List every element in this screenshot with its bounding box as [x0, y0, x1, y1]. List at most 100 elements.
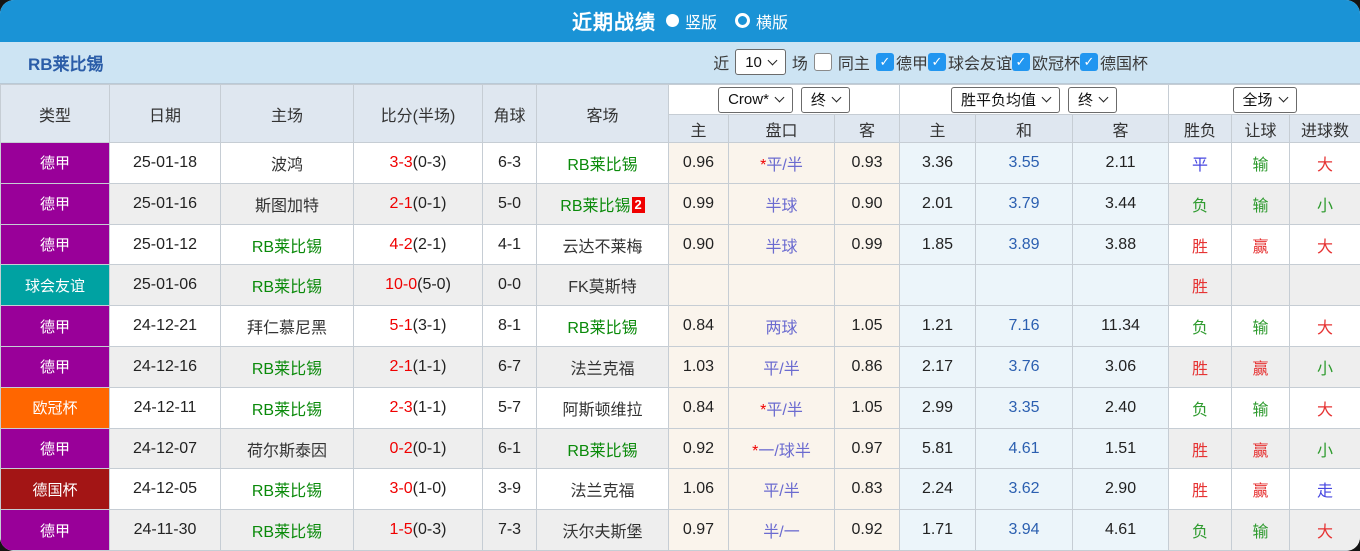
odds-draw: 3.94	[975, 509, 1074, 551]
handicap-line: 半/一	[728, 509, 835, 551]
result-goals	[1289, 264, 1360, 307]
match-count-select[interactable]: 10	[735, 49, 786, 76]
handicap-odds-away: 0.97	[833, 427, 901, 470]
league-checkbox[interactable]: ✓	[1079, 53, 1098, 72]
full-time-score: 10-0	[385, 276, 418, 294]
ah-away-value: 0.90	[851, 194, 883, 212]
result-handicap: 输	[1231, 386, 1291, 429]
handicap-odds-away: 0.93	[833, 142, 901, 184]
result-outcome: 平	[1168, 142, 1233, 184]
radio-unselected-icon[interactable]	[735, 13, 750, 29]
competition-label: 德甲	[39, 441, 70, 458]
handicap-result-text: 输	[1252, 197, 1269, 215]
result-goals: 大	[1289, 142, 1360, 184]
corner-score: 4-1	[482, 223, 537, 266]
odds-time-select[interactable]: 终	[1068, 86, 1118, 113]
match-date: 24-12-11	[109, 386, 221, 429]
outcome-text: 平	[1192, 156, 1209, 174]
half-time-score: (1-0)	[412, 480, 447, 498]
result-goals: 小	[1289, 427, 1360, 470]
odds-draw-value: 3.76	[1008, 357, 1040, 375]
full-match-select[interactable]: 全场	[1232, 86, 1297, 113]
handicap-line: 两球	[728, 305, 835, 348]
chevron-down-icon	[1278, 92, 1288, 103]
match-row: 德甲 24-11-30 RB莱比锡 1-5(0-3) 7-3 沃尔夫斯堡 0.97 半/一 0.…	[0, 509, 1360, 551]
same-home-checkbox[interactable]	[813, 53, 832, 72]
radio-selected-icon[interactable]	[665, 14, 679, 28]
odds-home-value: 1.21	[921, 317, 954, 335]
league-checkbox[interactable]: ✓	[875, 53, 894, 72]
result-handicap	[1231, 264, 1291, 307]
subcol-ah-home: 主	[668, 114, 729, 144]
subcol-handicap: 盘口	[728, 114, 835, 144]
result-goals: 大	[1289, 305, 1360, 348]
ah-home-value: 0.84	[682, 317, 715, 335]
handicap-odds-away: 1.05	[833, 305, 901, 348]
home-team-name: RB莱比锡	[251, 279, 323, 297]
odds-draw: 3.55	[975, 142, 1074, 184]
competition-badge: 德国杯	[0, 468, 110, 511]
odds-average-select[interactable]: 胜平负均值	[951, 86, 1061, 113]
competition-label: 德甲	[39, 237, 70, 255]
subcol-goals: 进球数	[1289, 114, 1360, 144]
full-time-score: 2-1	[389, 194, 413, 212]
corner-score: 6-3	[482, 142, 537, 184]
filters: 近 10 场 同主 ✓ 德甲 ✓ 球会友谊 ✓ 欧冠杯 ✓ 德国杯	[713, 49, 1360, 76]
handicap-line: *平/半	[728, 386, 835, 429]
bookmaker-select[interactable]: Crow*	[718, 86, 793, 113]
chevron-down-icon	[831, 92, 842, 103]
away-team-name: 法兰克福	[570, 360, 635, 378]
score-cell: 2-1(0-1)	[353, 182, 483, 225]
odds-home-value: 2.17	[921, 357, 954, 375]
competition-badge: 德甲	[0, 346, 110, 388]
corner-text: 6-7	[497, 357, 522, 375]
away-team-name: FK莫斯特	[568, 279, 637, 297]
radio-horizontal-layout[interactable]: 横版	[735, 9, 788, 33]
handicap-line: 半球	[728, 223, 835, 266]
goals-result-text: 大	[1317, 320, 1334, 338]
radio-vertical-layout[interactable]: 竖版	[665, 9, 717, 33]
home-team-name: 拜仁慕尼黑	[246, 320, 327, 338]
home-team: 波鸿	[220, 142, 354, 184]
handicap-time-select[interactable]: 终	[800, 86, 850, 113]
match-date: 24-12-05	[109, 468, 221, 511]
result-handicap: 赢	[1231, 346, 1291, 388]
match-count-value: 10	[745, 53, 762, 71]
radio-vertical-label[interactable]: 竖版	[685, 9, 717, 33]
subcol-handicap-result: 让球	[1231, 114, 1291, 144]
match-row: 德甲 25-01-16 斯图加特 2-1(0-1) 5-0 RB莱比锡 2 0.99 半球 0.9…	[0, 182, 1360, 225]
league-checkbox[interactable]: ✓	[927, 53, 946, 72]
odds-away-value: 2.11	[1105, 153, 1136, 171]
odds-away-win: 2.90	[1072, 468, 1170, 511]
home-team: RB莱比锡	[220, 386, 354, 429]
competition-label: 德甲	[39, 318, 70, 336]
match-row: 德甲 25-01-18 波鸿 3-3(0-3) 6-3 RB莱比锡 0.96 *平/半 0.93…	[0, 142, 1360, 184]
odds-away-win: 3.06	[1072, 346, 1170, 388]
outcome-text: 胜	[1192, 360, 1209, 378]
full-time-score: 0-2	[389, 439, 413, 457]
odds-away-value: 3.44	[1104, 194, 1137, 212]
competition-label: 德甲	[39, 522, 70, 540]
handicap-odds-home: 0.97	[668, 509, 729, 551]
chevron-down-icon	[774, 92, 785, 103]
goals-result-text: 大	[1317, 524, 1334, 542]
handicap-text: 一/球半	[758, 442, 811, 460]
handicap-result-text: 赢	[1252, 238, 1269, 256]
competition-label: 德国杯	[32, 481, 78, 499]
bookmaker-value: Crow*	[728, 91, 769, 109]
radio-horizontal-label[interactable]: 横版	[756, 9, 788, 33]
result-handicap: 赢	[1231, 223, 1291, 266]
away-team: RB莱比锡	[536, 427, 669, 470]
result-handicap: 赢	[1231, 468, 1291, 511]
home-team-name: RB莱比锡	[251, 238, 323, 256]
handicap-odds-away: 0.90	[833, 182, 901, 225]
full-time-score: 3-0	[389, 480, 413, 498]
odds-home-win: 1.71	[899, 509, 977, 551]
handicap-result-text: 输	[1252, 320, 1269, 338]
competition-badge: 德甲	[0, 223, 110, 266]
corner-score: 3-9	[482, 468, 537, 511]
league-checkbox[interactable]: ✓	[1011, 53, 1030, 72]
corner-text: 4-1	[497, 235, 522, 253]
away-team-name: RB莱比锡	[567, 156, 638, 174]
home-team: RB莱比锡	[220, 264, 354, 307]
